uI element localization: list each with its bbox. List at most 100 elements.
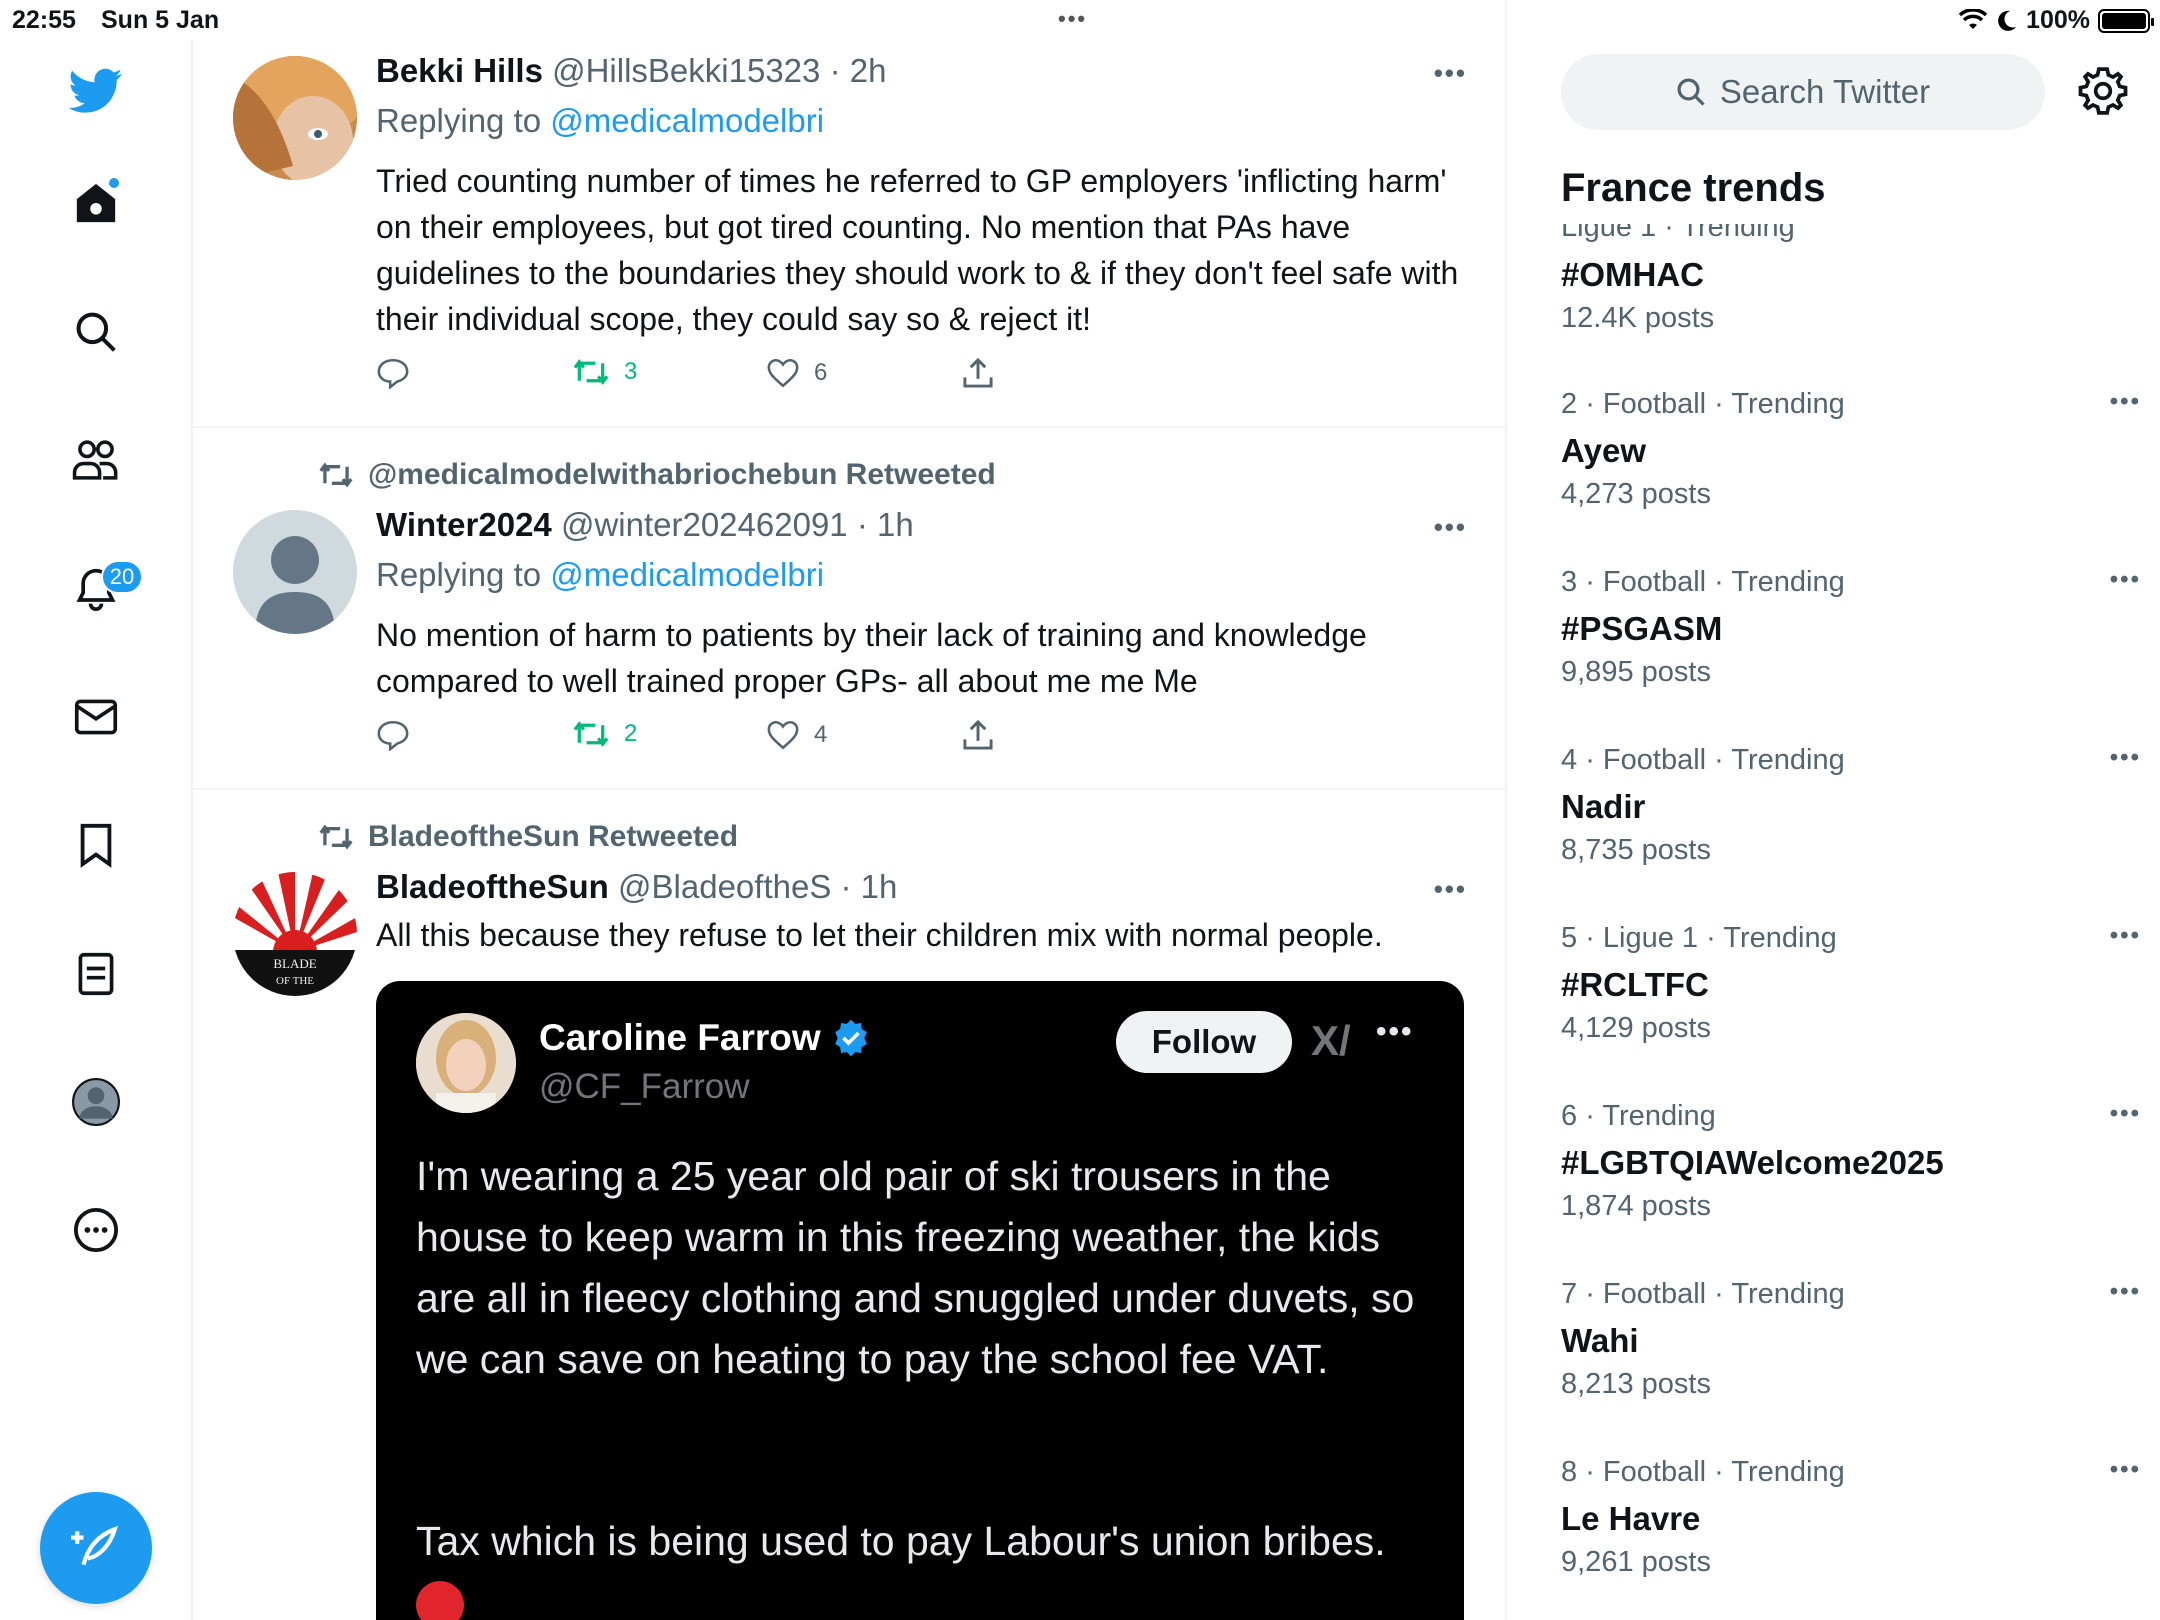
trend-rank: 5 bbox=[1561, 922, 1578, 954]
trend-item[interactable]: 5 · Ligue 1 · Trending #RCLTFC 4,129 pos… bbox=[1561, 922, 2139, 1048]
nav-notifications[interactable]: 20 bbox=[67, 560, 143, 618]
tweet[interactable]: @medicalmodelwithabriochebun Retweeted W… bbox=[193, 428, 1505, 790]
trend-more-icon[interactable]: ••• bbox=[2110, 1278, 2141, 1306]
replying-to-link[interactable]: @medicalmodelbri bbox=[550, 556, 824, 593]
heart-icon bbox=[767, 358, 799, 388]
replying-prefix: Replying to bbox=[376, 556, 551, 593]
compose-tweet-button[interactable] bbox=[40, 1492, 152, 1604]
search-icon bbox=[76, 312, 116, 352]
trend-context: 7 · Football · Trending bbox=[1561, 1278, 1845, 1310]
embed-avatar bbox=[416, 1013, 516, 1113]
replying-to: Replying to @medicalmodelbri bbox=[376, 556, 824, 594]
user-handle[interactable]: @HillsBekki15323 bbox=[552, 52, 820, 89]
trend-context-clipped: Ligue 1 · Trending bbox=[1561, 224, 1795, 243]
lists-icon bbox=[78, 952, 114, 996]
tweet-more-icon[interactable]: ••• bbox=[1434, 874, 1467, 905]
trend-posts: 12.4K posts bbox=[1561, 302, 1715, 334]
search-input[interactable]: Search Twitter bbox=[1561, 54, 2045, 130]
reply-button[interactable] bbox=[376, 357, 410, 389]
verified-badge-icon bbox=[834, 1019, 867, 1057]
tweet-more-icon[interactable]: ••• bbox=[1434, 58, 1467, 89]
user-handle[interactable]: @winter202462091 bbox=[561, 506, 848, 543]
tweet-more-icon[interactable]: ••• bbox=[1434, 512, 1467, 543]
trend-more-icon[interactable]: ••• bbox=[2110, 1456, 2141, 1484]
nav-bookmarks[interactable] bbox=[67, 816, 125, 874]
tweet-actions: 3 6 bbox=[376, 357, 1076, 397]
share-icon bbox=[963, 719, 993, 750]
trend-more-icon[interactable]: ••• bbox=[2110, 922, 2141, 950]
nav-messages[interactable] bbox=[67, 688, 125, 746]
tweet[interactable]: Bekki Hills @HillsBekki15323 · 2h ••• Re… bbox=[193, 0, 1505, 428]
trend-more-icon[interactable]: ••• bbox=[2110, 744, 2141, 772]
tweet-time[interactable]: · 1h bbox=[841, 868, 898, 905]
trending-label: Trending bbox=[1731, 744, 1845, 776]
trend-posts: 8,735 posts bbox=[1561, 834, 1711, 866]
replying-to: Replying to @medicalmodelbri bbox=[376, 102, 824, 140]
trend-name: Nadir bbox=[1561, 788, 1646, 825]
trend-rank: 6 bbox=[1561, 1100, 1578, 1132]
tweet-time[interactable]: · 2h bbox=[830, 52, 887, 89]
home-unread-dot bbox=[107, 176, 121, 190]
retweet-count: 3 bbox=[624, 358, 638, 385]
retweet-button[interactable]: 3 bbox=[572, 357, 637, 387]
trend-category: Football bbox=[1602, 388, 1707, 420]
like-button[interactable]: 6 bbox=[766, 357, 827, 389]
trend-item[interactable]: 6 · Trending #LGBTQIAWelcome2025 1,874 p… bbox=[1561, 1100, 2139, 1226]
nav-communities[interactable] bbox=[67, 431, 125, 489]
user-handle[interactable]: @BladeoftheS bbox=[618, 868, 831, 905]
communities-icon bbox=[72, 440, 118, 480]
retweet-icon bbox=[573, 721, 609, 747]
like-button[interactable]: 4 bbox=[766, 719, 827, 751]
trend-more-icon[interactable]: ••• bbox=[2110, 566, 2141, 594]
trend-more-icon[interactable]: ••• bbox=[2110, 388, 2141, 416]
avatar[interactable] bbox=[233, 510, 357, 634]
trend-item[interactable]: 4 · Football · Trending Nadir 8,735 post… bbox=[1561, 744, 2139, 870]
like-count: 6 bbox=[814, 359, 828, 386]
trend-more-icon[interactable]: ••• bbox=[2110, 1100, 2141, 1128]
nav-lists[interactable] bbox=[67, 945, 125, 1003]
nav-home[interactable] bbox=[67, 174, 125, 232]
trend-item[interactable]: 3 · Football · Trending #PSGASM 9,895 po… bbox=[1561, 566, 2139, 692]
retweeted-by-label: BladeoftheSun Retweeted bbox=[368, 820, 739, 853]
settings-gear-icon[interactable] bbox=[2078, 66, 2128, 116]
feather-plus-icon bbox=[71, 1525, 118, 1566]
side-nav: 20 bbox=[0, 40, 193, 1620]
retweeted-by[interactable]: @medicalmodelwithabriochebun Retweeted bbox=[318, 458, 996, 492]
trend-name: Ayew bbox=[1561, 432, 1646, 469]
tweet-media-image[interactable]: Caroline Farrow @CF_Farrow Follow X/ •••… bbox=[376, 981, 1464, 1620]
display-name[interactable]: BladeoftheSun bbox=[376, 868, 609, 905]
profile-avatar-icon bbox=[72, 1078, 120, 1126]
share-button[interactable] bbox=[962, 357, 994, 389]
embed-follow-button: Follow bbox=[1116, 1011, 1292, 1073]
heart-icon bbox=[767, 720, 799, 750]
nav-explore[interactable] bbox=[67, 303, 125, 361]
nav-more[interactable] bbox=[67, 1201, 125, 1259]
reply-button[interactable] bbox=[376, 719, 410, 751]
trend-item[interactable]: 7 · Football · Trending Wahi 8,213 posts… bbox=[1561, 1278, 2139, 1404]
tweet-time[interactable]: · 1h bbox=[857, 506, 914, 543]
retweet-icon bbox=[573, 359, 609, 385]
twitter-logo-icon[interactable] bbox=[67, 62, 125, 120]
trend-name: #LGBTQIAWelcome2025 bbox=[1561, 1144, 1944, 1181]
search-placeholder: Search Twitter bbox=[1719, 73, 1931, 110]
avatar[interactable] bbox=[233, 56, 357, 180]
trend-item[interactable]: 2 · Football · Trending Ayew 4,273 posts… bbox=[1561, 388, 2139, 514]
retweet-button[interactable]: 2 bbox=[572, 719, 637, 749]
share-button[interactable] bbox=[962, 719, 994, 751]
retweeted-by[interactable]: BladeoftheSun Retweeted bbox=[318, 820, 738, 854]
display-name[interactable]: Winter2024 bbox=[376, 506, 552, 543]
trend-item[interactable]: 8 · Football · Trending Le Havre 9,261 p… bbox=[1561, 1456, 2139, 1582]
trending-label: Trending bbox=[1731, 1456, 1845, 1488]
trending-label: Trending bbox=[1723, 922, 1837, 954]
embed-text-2-body: Tax which is being used to pay Labour's … bbox=[416, 1518, 1386, 1564]
trend-item[interactable]: #OMHAC 12.4K posts bbox=[1561, 252, 2121, 338]
retweet-count: 2 bbox=[624, 720, 638, 747]
display-name[interactable]: Bekki Hills bbox=[376, 52, 543, 89]
embed-name: Caroline Farrow bbox=[539, 1017, 821, 1058]
replying-to-link[interactable]: @medicalmodelbri bbox=[550, 102, 824, 139]
trend-category: Football bbox=[1602, 744, 1707, 776]
x-logo-icon: X/ bbox=[1311, 1017, 1351, 1064]
avatar[interactable]: BLADE OF THE bbox=[233, 872, 357, 996]
nav-profile[interactable] bbox=[67, 1073, 125, 1131]
embed-display-name: Caroline Farrow bbox=[539, 1017, 871, 1059]
